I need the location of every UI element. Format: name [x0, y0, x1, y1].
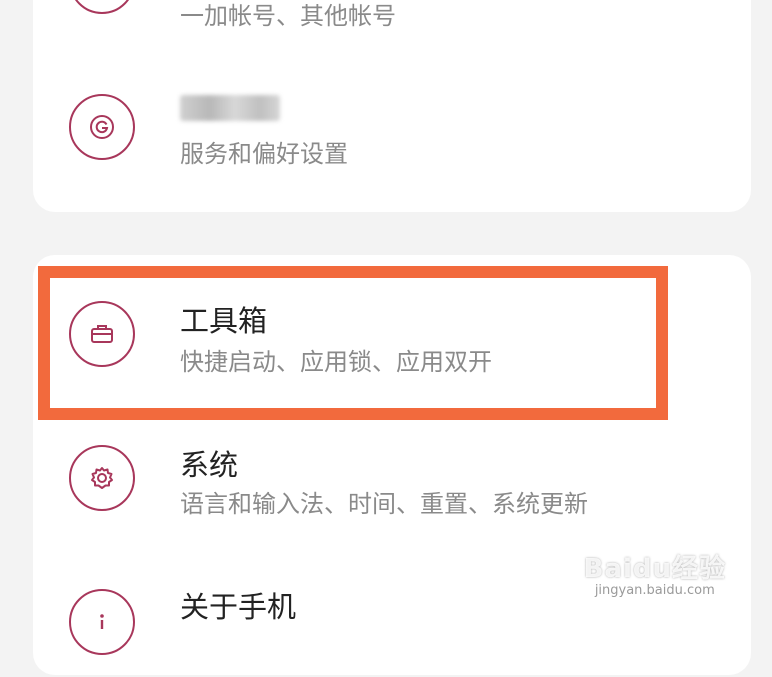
google-icon	[69, 94, 135, 160]
system-subtitle: 语言和输入法、时间、重置、系统更新	[180, 490, 588, 518]
about-title: 关于手机	[180, 590, 297, 624]
toolbox-subtitle: 快捷启动、应用锁、应用双开	[180, 348, 492, 376]
google-title-blurred	[180, 95, 280, 121]
accounts-card: 一加帐号、其他帐号 服务和偏好设置	[33, 0, 751, 212]
accounts-subtitle: 一加帐号、其他帐号	[180, 2, 396, 30]
watermark-url: jingyan.baidu.com	[594, 583, 715, 598]
watermark: Baidu经验 jingyan.baidu.com	[584, 548, 726, 598]
gear-icon	[69, 445, 135, 511]
account-icon	[69, 0, 135, 14]
accounts-row[interactable]: 一加帐号、其他帐号	[33, 0, 751, 70]
toolbox-title: 工具箱	[180, 304, 268, 338]
toolbox-row[interactable]: 工具箱 快捷启动、应用锁、应用双开	[33, 280, 751, 420]
info-icon	[69, 589, 135, 655]
tools-card: 工具箱 快捷启动、应用锁、应用双开 系统 语言和输入法、时间、重置、系统更新 关…	[33, 255, 751, 675]
toolbox-icon	[69, 301, 135, 367]
watermark-brand: Baidu经验	[583, 554, 726, 584]
google-subtitle: 服务和偏好设置	[180, 140, 348, 168]
system-row[interactable]: 系统 语言和输入法、时间、重置、系统更新	[33, 425, 751, 565]
google-row[interactable]: 服务和偏好设置	[33, 70, 751, 190]
system-title: 系统	[180, 448, 239, 482]
